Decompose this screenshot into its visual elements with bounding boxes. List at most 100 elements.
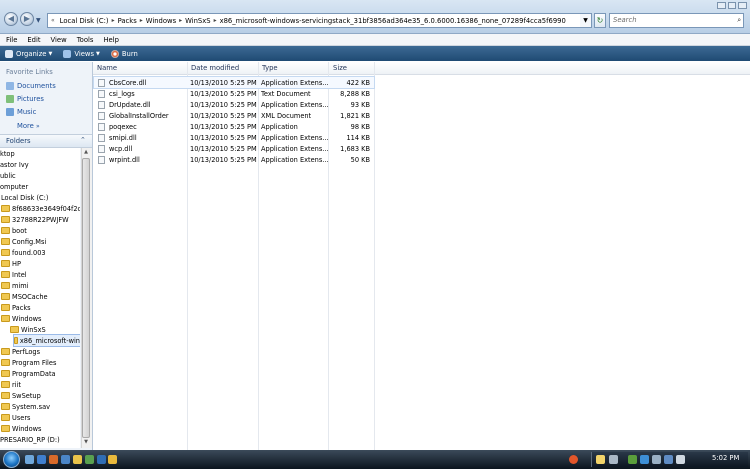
menu-edit[interactable]: Edit: [27, 36, 40, 44]
tree-item[interactable]: Intel: [1, 269, 27, 280]
chevron-up-icon[interactable]: ⌃: [80, 136, 86, 144]
tree-item[interactable]: riit: [1, 379, 21, 390]
start-button[interactable]: [3, 451, 20, 468]
switch-windows-icon[interactable]: [61, 455, 70, 464]
volume-icon[interactable]: [652, 455, 661, 464]
breadcrumb-current-folder[interactable]: x86_microsoft-windows-servicingstack_31b…: [220, 17, 566, 25]
tree-item[interactable]: PerfLogs: [1, 346, 40, 357]
search-input[interactable]: Search ⌕: [609, 13, 744, 28]
file-row[interactable]: DrUpdate.dll 10/13/2010 5:25 PM Applicat…: [94, 99, 374, 110]
tree-item[interactable]: HP: [1, 258, 21, 269]
breadcrumb-local-disk[interactable]: Local Disk (C:): [60, 17, 109, 25]
tree-item[interactable]: mimi: [1, 280, 29, 291]
file-row[interactable]: GlobalInstallOrder 10/13/2010 5:25 PM XM…: [94, 110, 374, 121]
messenger-icon[interactable]: [97, 455, 106, 464]
menu-view[interactable]: View: [51, 36, 67, 44]
breadcrumb-separator-icon[interactable]: ▸: [140, 17, 143, 24]
tree-item[interactable]: 8f68633e3649f04f2c1b47: [1, 203, 80, 214]
more-link[interactable]: More »: [17, 122, 40, 130]
menu-help[interactable]: Help: [103, 36, 119, 44]
firefox-icon[interactable]: [49, 455, 58, 464]
breadcrumb-separator-icon[interactable]: ▸: [179, 17, 182, 24]
scroll-down-icon[interactable]: ▼: [82, 439, 90, 447]
column-divider[interactable]: [374, 62, 375, 450]
tree-item-selected[interactable]: x86_microsoft-win: [13, 334, 80, 347]
tree-item[interactable]: boot: [1, 225, 27, 236]
tree-item[interactable]: omputer: [0, 181, 28, 192]
tree-scrollbar-thumb[interactable]: [82, 158, 90, 438]
favorite-documents[interactable]: Documents: [6, 82, 56, 90]
network-icon[interactable]: [640, 455, 649, 464]
column-size[interactable]: Size: [333, 64, 347, 72]
tree-item[interactable]: Users: [1, 412, 30, 423]
folders-header[interactable]: Folders ⌃: [0, 134, 92, 148]
back-button[interactable]: ◀: [4, 12, 18, 26]
internet-explorer-icon[interactable]: [37, 455, 46, 464]
folder-icon[interactable]: [108, 455, 117, 464]
scroll-up-icon[interactable]: ▲: [82, 149, 90, 157]
tree-item-drive-d[interactable]: PRESARIO_RP (D:): [0, 434, 60, 445]
file-row[interactable]: wcp.dll 10/13/2010 5:25 PM Application E…: [94, 143, 374, 154]
window-controls: [717, 2, 748, 10]
recent-pages-chevron-icon[interactable]: ▼: [36, 17, 41, 24]
file-size: 1,821 KB: [340, 111, 370, 120]
file-row[interactable]: CbsCore.dll 10/13/2010 5:25 PM Applicati…: [93, 76, 375, 89]
file-row[interactable]: csi_logs 10/13/2010 5:25 PM Text Documen…: [94, 88, 374, 99]
address-dropdown-icon[interactable]: ▼: [580, 13, 592, 28]
views-button[interactable]: Views ▼: [63, 49, 100, 58]
show-desktop-icon[interactable]: [25, 455, 34, 464]
media-player-icon[interactable]: [85, 455, 94, 464]
tree-item[interactable]: Windows: [1, 313, 41, 324]
forward-button[interactable]: ▶: [20, 12, 34, 26]
column-type[interactable]: Type: [262, 64, 278, 72]
file-row[interactable]: wrpint.dll 10/13/2010 5:25 PM Applicatio…: [94, 154, 374, 165]
tree-item[interactable]: SwSetup: [1, 390, 41, 401]
burn-button[interactable]: Burn: [110, 49, 138, 58]
tree-item[interactable]: astor Ivy: [0, 159, 29, 170]
column-date-modified[interactable]: Date modified: [191, 64, 239, 72]
tree-item[interactable]: Program Files: [1, 357, 56, 368]
tree-item[interactable]: WinSxS: [10, 324, 46, 335]
tree-item[interactable]: MSOCache: [1, 291, 48, 302]
breadcrumb-winsxs[interactable]: WinSxS: [185, 17, 210, 25]
tree-item[interactable]: System.sav: [1, 401, 50, 412]
file-row[interactable]: smipi.dll 10/13/2010 5:25 PM Application…: [94, 132, 374, 143]
tree-item[interactable]: ProgramData: [1, 368, 56, 379]
refresh-icon[interactable]: ↻: [594, 13, 606, 28]
tree-item[interactable]: Packs: [1, 302, 31, 313]
search-icon[interactable]: ⌕: [737, 14, 741, 27]
tree-item[interactable]: ublic: [0, 170, 16, 181]
clock[interactable]: 5:02 PM: [712, 454, 739, 462]
file-row[interactable]: poqexec 10/13/2010 5:25 PM Application 9…: [94, 121, 374, 132]
menu-tools[interactable]: Tools: [77, 36, 94, 44]
chevron-left-icon[interactable]: [609, 455, 618, 464]
menu-file[interactable]: File: [6, 36, 17, 44]
organize-button[interactable]: Organize ▼: [5, 49, 53, 58]
security-icon[interactable]: [628, 455, 637, 464]
tree-item[interactable]: ktop: [0, 148, 15, 159]
breadcrumb-packs[interactable]: Packs: [118, 17, 137, 25]
tree-item[interactable]: found.003: [1, 247, 46, 258]
breadcrumb-windows[interactable]: Windows: [146, 17, 176, 25]
minimize-button[interactable]: [717, 2, 726, 9]
tray-app-icon[interactable]: [676, 455, 685, 464]
close-button[interactable]: [738, 2, 748, 9]
breadcrumb-separator-icon[interactable]: ▸: [112, 17, 115, 24]
tree-item[interactable]: Windows: [1, 423, 41, 434]
file-date: 10/13/2010 5:25 PM: [190, 155, 257, 164]
address-box[interactable]: « Local Disk (C:) ▸ Packs ▸ Windows ▸ Wi…: [47, 13, 592, 28]
maximize-button[interactable]: [727, 2, 737, 9]
tray-folder-icon[interactable]: [596, 455, 605, 464]
organize-icon: [5, 49, 13, 58]
tree-item[interactable]: Config.Msi: [1, 236, 46, 247]
explorer-icon[interactable]: [73, 455, 82, 464]
battery-icon[interactable]: [664, 455, 673, 464]
running-app-icon[interactable]: [569, 455, 578, 464]
favorite-pictures[interactable]: Pictures: [6, 95, 44, 103]
favorite-music[interactable]: Music: [6, 108, 36, 116]
tree-item-drive-c[interactable]: Local Disk (C:): [1, 192, 48, 203]
tree-item[interactable]: 32788R22PWJFW: [1, 214, 69, 225]
column-name[interactable]: Name: [97, 64, 117, 72]
breadcrumb-separator-icon[interactable]: ▸: [214, 17, 217, 24]
chevron-down-icon: ▼: [48, 50, 53, 57]
